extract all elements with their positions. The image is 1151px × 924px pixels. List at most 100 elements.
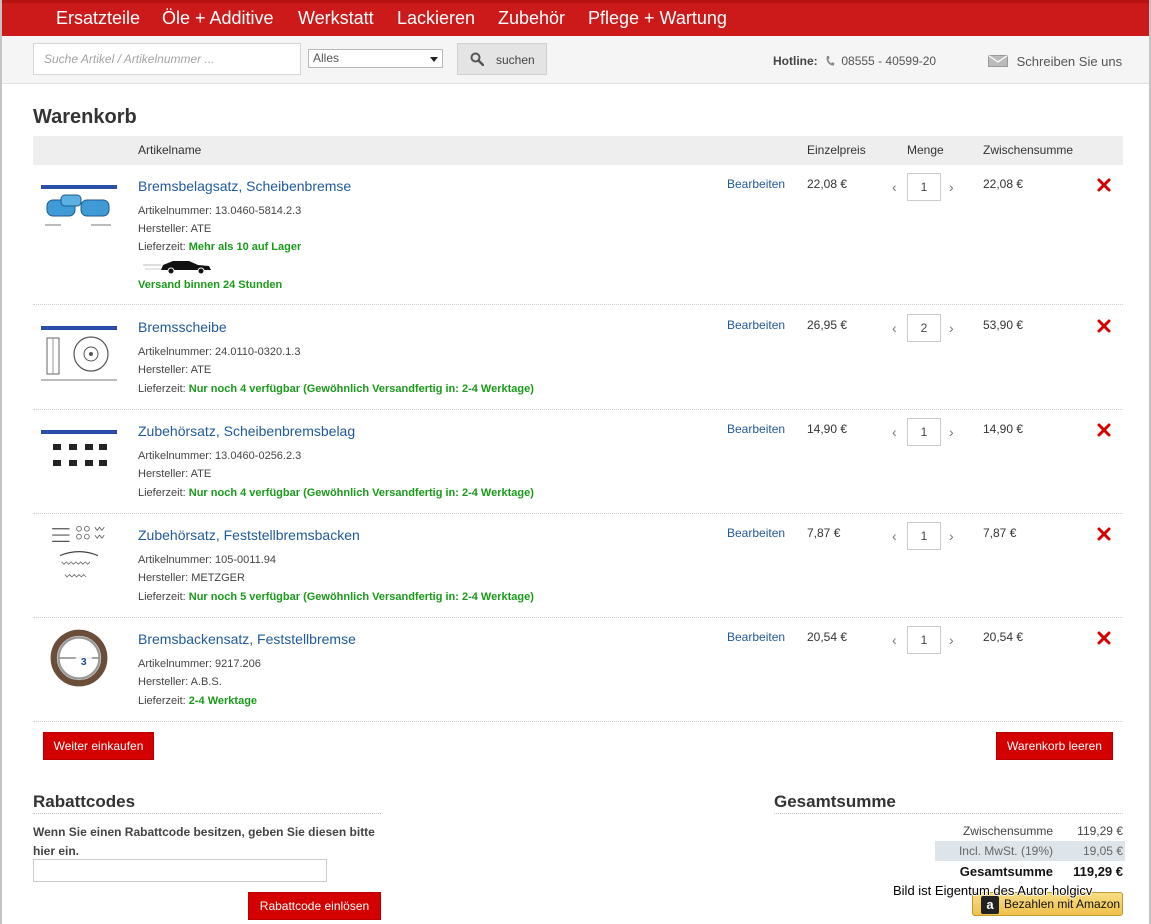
top-navigation: Ersatzteile Öle + Additive Werkstatt Lac… [2, 0, 1149, 36]
product-name-link[interactable]: Bremsscheibe [138, 319, 227, 335]
cart-table-header: Artikelname Einzelpreis Menge Zwischensu… [33, 136, 1123, 165]
column-header-quantity: Menge [907, 143, 944, 157]
row-subtotal: 14,90 € [983, 422, 1024, 436]
edit-item-link[interactable]: Bearbeiten [727, 526, 785, 540]
quantity-increase-button[interactable]: › [949, 528, 954, 544]
product-manufacturer: Hersteller: ATE [138, 364, 212, 376]
nav-item-ersatzteile[interactable]: Ersatzteile [56, 8, 140, 29]
product-thumbnail-brake-shoes: 3 [50, 629, 108, 687]
nav-item-zubehoer[interactable]: Zubehör [498, 8, 565, 29]
column-header-subtotal: Zwischensumme [983, 143, 1074, 157]
product-thumbnail-brake-disc [41, 326, 117, 381]
coupon-code-input[interactable] [33, 859, 327, 882]
hotline: Hotline: 08555 - 40599-20 [773, 54, 936, 68]
totals-subtotal-value: 119,29 € [1077, 824, 1123, 838]
nav-item-pflege-wartung[interactable]: Pflege + Wartung [588, 8, 727, 29]
quantity-decrease-button[interactable]: ‹ [892, 179, 897, 195]
cart-row: 3 Bremsbackensatz, Feststellbremse Artik… [33, 618, 1123, 722]
product-sku: Artikelnummer: 24.0110-0320.1.3 [138, 346, 301, 358]
product-name-link[interactable]: Zubehörsatz, Feststellbremsbacken [138, 527, 360, 543]
remove-item-icon[interactable] [1097, 178, 1111, 192]
cart-row: Bremsscheibe Artikelnummer: 24.0110-0320… [33, 306, 1123, 410]
page-title: Warenkorb [33, 106, 137, 128]
totals-tax-value: 19,05 € [1082, 844, 1123, 858]
remove-item-icon[interactable] [1097, 631, 1111, 645]
remove-item-icon[interactable] [1097, 527, 1111, 541]
product-name-link[interactable]: Bremsbelagsatz, Scheibenbremse [138, 178, 351, 194]
product-delivery: Lieferzeit: Nur noch 5 verfügbar (Gewöhn… [138, 591, 534, 603]
cart-row: Zubehörsatz, Feststellbremsbacken Artike… [33, 514, 1123, 618]
quantity-input[interactable]: 1 [907, 626, 941, 654]
totals-grand-row: Gesamtsumme 119,29 € [935, 861, 1125, 881]
hotline-label: Hotline: [773, 54, 818, 68]
product-sku: Artikelnummer: 13.0460-5814.2.3 [138, 205, 302, 217]
quantity-input[interactable]: 1 [907, 173, 941, 201]
amazon-logo-icon: a [981, 896, 999, 914]
quantity-decrease-button[interactable]: ‹ [892, 320, 897, 336]
contact-link[interactable]: Schreiben Sie uns [988, 54, 1122, 69]
product-delivery: Lieferzeit: Nur noch 4 verfügbar (Gewöhn… [138, 383, 534, 395]
nav-item-lackieren[interactable]: Lackieren [397, 8, 475, 29]
column-header-unit-price: Einzelpreis [807, 143, 866, 157]
remove-item-icon[interactable] [1097, 319, 1111, 333]
clear-cart-button[interactable]: Warenkorb leeren [996, 732, 1113, 760]
quantity-decrease-button[interactable]: ‹ [892, 632, 897, 648]
search-category-select[interactable]: Alles [308, 49, 443, 68]
continue-shopping-button[interactable]: Weiter einkaufen [43, 732, 154, 760]
quantity-decrease-button[interactable]: ‹ [892, 528, 897, 544]
product-sku: Artikelnummer: 105-0011.94 [138, 554, 276, 566]
product-manufacturer: Hersteller: METZGER [138, 572, 245, 584]
search-icon [470, 52, 484, 66]
edit-item-link[interactable]: Bearbeiten [727, 630, 785, 644]
search-button[interactable]: suchen [457, 43, 547, 75]
unit-price: 26,95 € [807, 318, 848, 332]
search-button-label: suchen [496, 53, 535, 67]
window-frame-left [0, 0, 2, 924]
edit-item-link[interactable]: Bearbeiten [727, 177, 785, 191]
totals-section-title: Gesamtsumme [774, 792, 896, 811]
product-delivery: Lieferzeit: Nur noch 4 verfügbar (Gewöhn… [138, 487, 534, 499]
edit-item-link[interactable]: Bearbeiten [727, 318, 785, 332]
search-bar: Alles suchen Hotline: 08555 - 40599-20 S… [2, 36, 1149, 84]
quantity-increase-button[interactable]: › [949, 424, 954, 440]
unit-price: 7,87 € [807, 526, 841, 540]
quantity-input[interactable]: 2 [907, 314, 941, 342]
contact-label: Schreiben Sie uns [1016, 54, 1123, 69]
totals-subtotal-row: Zwischensumme 119,29 € [935, 821, 1125, 841]
shipping-note: Versand binnen 24 Stunden [138, 279, 283, 291]
totals-tax-row: Incl. MwSt. (19%) 19,05 € [935, 841, 1125, 861]
quantity-input[interactable]: 1 [907, 418, 941, 446]
apply-coupon-button[interactable]: Rabattcode einlösen [248, 892, 381, 920]
totals-divider [774, 813, 1123, 814]
product-sku: Artikelnummer: 9217.206 [138, 658, 261, 670]
cart-row: Bremsbelagsatz, Scheibenbremse Artikelnu… [33, 165, 1123, 305]
totals-subtotal-label: Zwischensumme [962, 824, 1053, 838]
quantity-increase-button[interactable]: › [949, 320, 954, 336]
remove-item-icon[interactable] [1097, 423, 1111, 437]
quantity-increase-button[interactable]: › [949, 179, 954, 195]
product-manufacturer: Hersteller: A.B.S. [138, 676, 222, 688]
car-icon [143, 261, 211, 275]
product-thumbnail-spring-kit [52, 525, 105, 578]
row-subtotal: 22,08 € [983, 177, 1024, 191]
chevron-down-icon [430, 57, 438, 62]
quantity-input[interactable]: 1 [907, 522, 941, 550]
column-header-name: Artikelname [138, 143, 202, 157]
nav-item-oele-additive[interactable]: Öle + Additive [162, 8, 274, 29]
edit-item-link[interactable]: Bearbeiten [727, 422, 785, 436]
product-manufacturer: Hersteller: ATE [138, 223, 212, 235]
totals-grand-label: Gesamtsumme [959, 864, 1053, 879]
coupon-instructions: Wenn Sie einen Rabattcode besitzen, gebe… [33, 825, 375, 858]
coupon-section-title: Rabattcodes [33, 792, 136, 811]
quantity-increase-button[interactable]: › [949, 632, 954, 648]
totals-tax-label: Incl. MwSt. (19%) [958, 844, 1053, 858]
quantity-decrease-button[interactable]: ‹ [892, 424, 897, 440]
row-subtotal: 53,90 € [983, 318, 1024, 332]
nav-item-werkstatt[interactable]: Werkstatt [298, 8, 374, 29]
product-name-link[interactable]: Bremsbackensatz, Feststellbremse [138, 631, 356, 647]
search-input[interactable] [33, 43, 301, 75]
coupon-divider [33, 813, 381, 814]
product-name-link[interactable]: Zubehörsatz, Scheibenbremsbelag [138, 423, 355, 439]
search-category-value: Alles [313, 51, 340, 65]
image-watermark: Bild ist Eigentum des Autor holgicv [893, 883, 1093, 898]
